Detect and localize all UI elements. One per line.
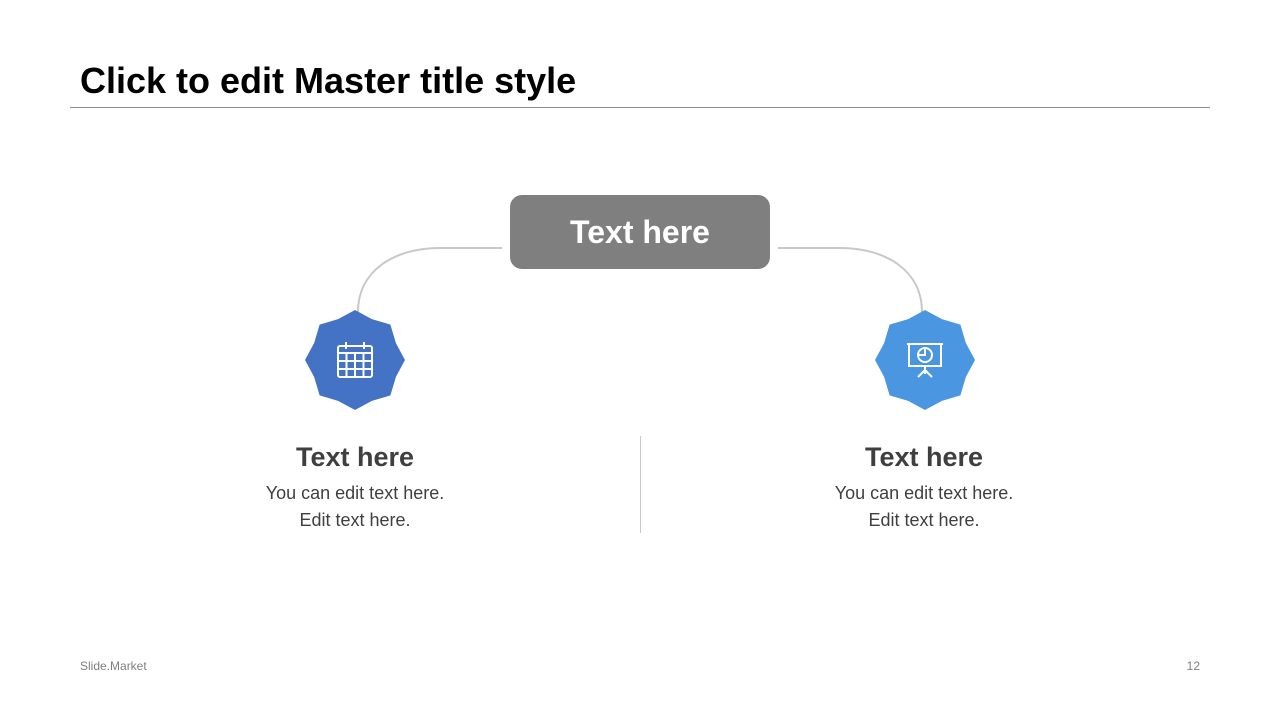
right-badge [873,308,977,412]
presentation-board-icon [907,343,943,378]
page-number: 12 [1186,659,1200,673]
left-desc-line1[interactable]: You can edit text here. [205,480,505,507]
footer-brand: Slide.Market [80,659,147,673]
connector-right [778,247,923,313]
connector-lines [357,247,923,313]
left-description: You can edit text here. Edit text here. [205,480,505,534]
left-text-block: Text here You can edit text here. Edit t… [205,440,505,534]
connector-left [357,247,502,313]
right-description: You can edit text here. Edit text here. [774,480,1074,534]
left-heading[interactable]: Text here [205,440,505,474]
left-desc-line2[interactable]: Edit text here. [205,507,505,534]
slide: Click to edit Master title style Text he… [0,0,1280,720]
calendar-icon [337,342,373,378]
center-node[interactable]: Text here [510,195,770,269]
center-node-label: Text here [570,213,710,250]
center-divider [640,436,641,533]
left-badge [303,308,407,412]
right-desc-line2[interactable]: Edit text here. [774,507,1074,534]
right-text-block: Text here You can edit text here. Edit t… [774,440,1074,534]
right-heading[interactable]: Text here [774,440,1074,474]
right-desc-line1[interactable]: You can edit text here. [774,480,1074,507]
